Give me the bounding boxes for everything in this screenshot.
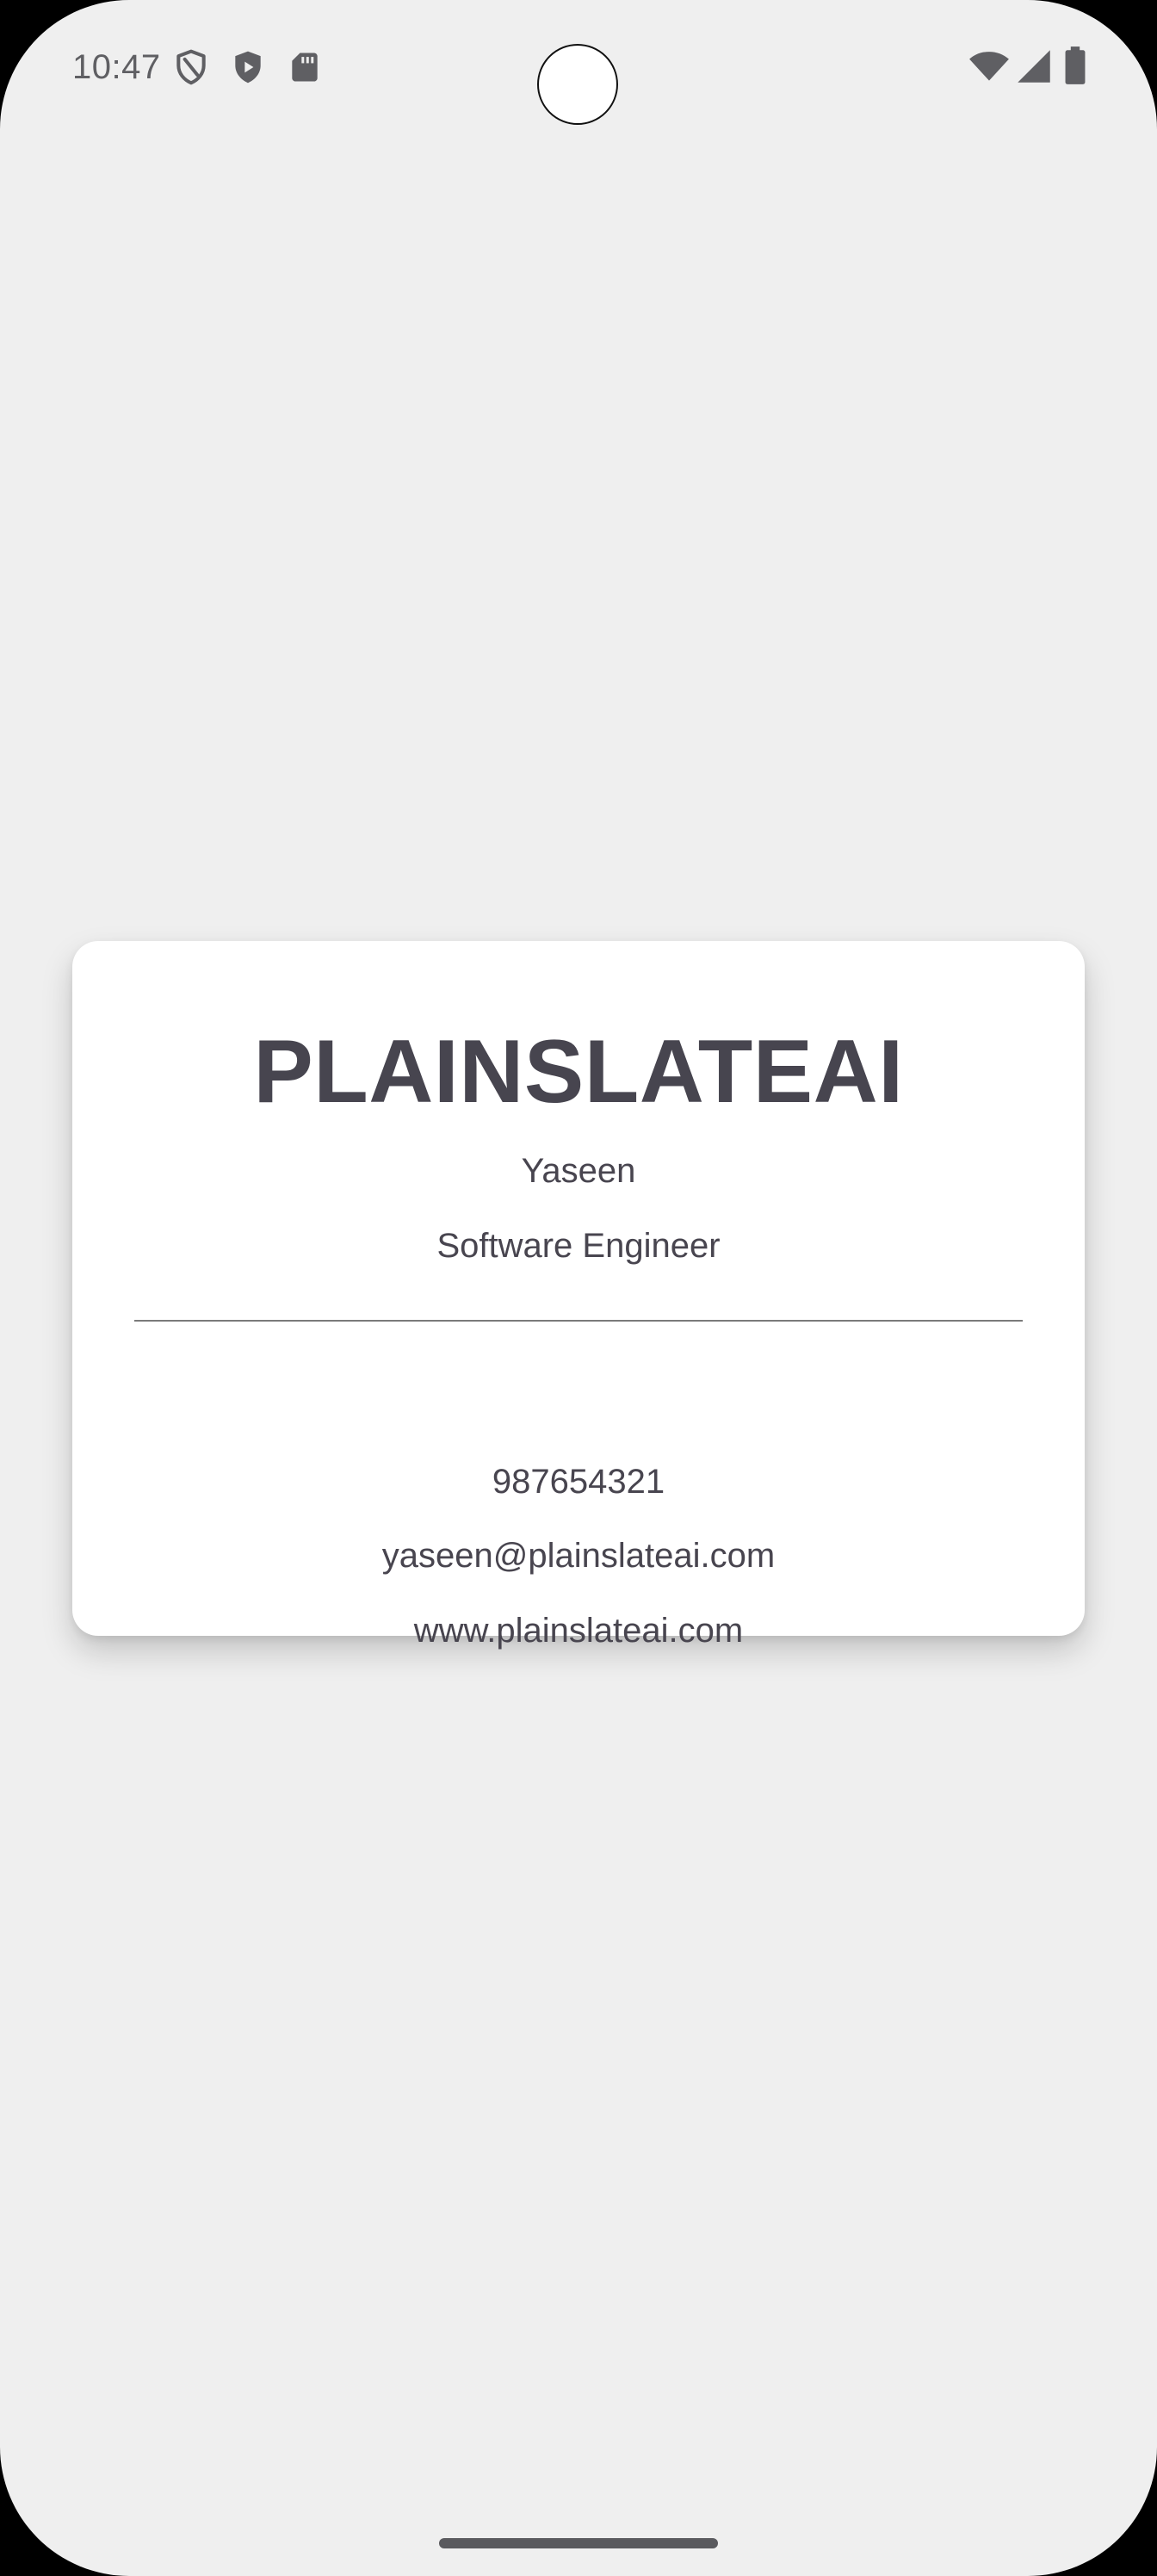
- email-address[interactable]: yaseen@plainslateai.com: [72, 1533, 1085, 1578]
- battery-icon: [1061, 45, 1090, 88]
- vpn-shield-icon: [172, 48, 210, 86]
- business-card: PLAINSLATEAI Yaseen Software Engineer 98…: [72, 941, 1085, 1650]
- status-time: 10:47: [72, 48, 161, 86]
- website-link[interactable]: www.plainslateai.com: [72, 1608, 1085, 1653]
- phone-number[interactable]: 987654321: [72, 1459, 1085, 1504]
- app-screen: 10:47 PLAINSLATEAI Yaseen Software Engin…: [0, 0, 1157, 2576]
- person-title: Software Engineer: [436, 1227, 721, 1265]
- person-name: Yaseen: [521, 1152, 636, 1190]
- play-protect-icon: [229, 48, 267, 86]
- status-bar: 10:47: [0, 0, 1157, 138]
- sd-card-icon: [286, 48, 324, 86]
- wifi-icon: [968, 45, 1011, 88]
- company-name: PLAINSLATEAI: [253, 1022, 904, 1122]
- cell-signal-icon: [1012, 45, 1055, 88]
- home-indicator[interactable]: [439, 2538, 718, 2548]
- camera-cutout: [537, 44, 618, 125]
- divider: [134, 1320, 1023, 1322]
